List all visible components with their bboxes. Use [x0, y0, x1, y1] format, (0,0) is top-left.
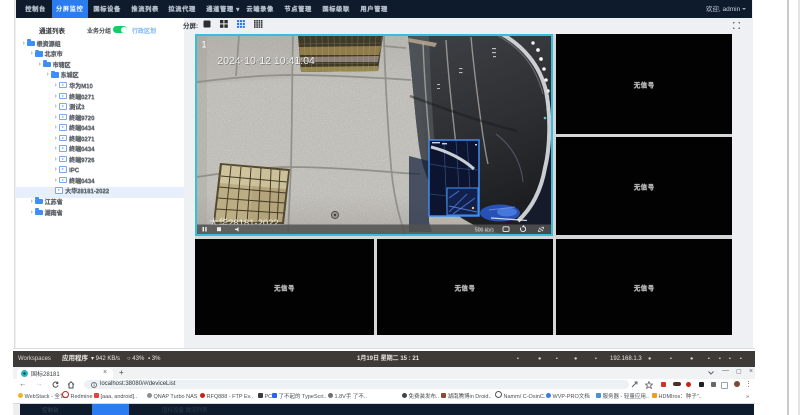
svg-text:1: 1: [202, 40, 207, 50]
svg-text:500 kb/s: 500 kb/s: [475, 228, 494, 234]
svg-text:2024-10-12 10:41:04: 2024-10-12 10:41:04: [217, 55, 315, 67]
